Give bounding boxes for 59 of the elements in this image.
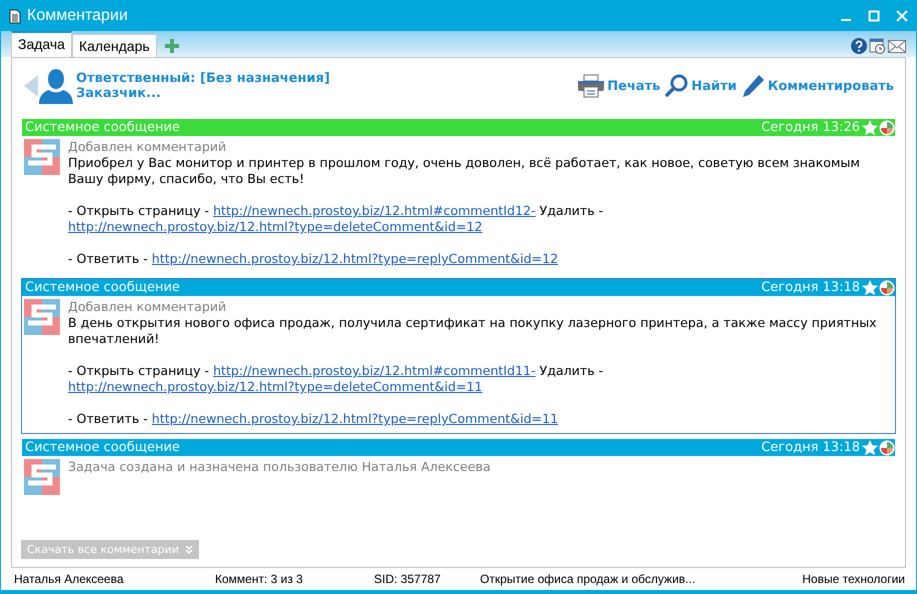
- url-link[interactable]: http://newnech.prostoy.biz/12.html?type=replyComment&id=11: [152, 411, 558, 426]
- action-label: - Ответить -: [68, 251, 149, 266]
- message-note: Добавлен комментарий: [68, 299, 228, 315]
- double-chevron-icon: [184, 546, 193, 554]
- comment-link[interactable]: Комментировать: [768, 78, 894, 94]
- status-text: SID: 357787: [374, 572, 442, 586]
- maximize-icon[interactable]: [868, 10, 880, 22]
- status-text: Новые технологии: [802, 572, 905, 586]
- logo-icon: [24, 139, 60, 175]
- tab[interactable]: Календарь: [72, 34, 157, 57]
- action-label: Удалить -: [540, 363, 604, 378]
- back-arrow-icon[interactable]: [24, 75, 38, 97]
- person-icon: [38, 68, 74, 104]
- window-title: Комментарии: [27, 7, 129, 25]
- url-link[interactable]: http://newnech.prostoy.biz/12.html?type=deleteComment&id=11: [68, 379, 482, 394]
- document-icon: [9, 8, 21, 24]
- pencil-icon: [740, 74, 765, 98]
- pie-icon[interactable]: [879, 440, 895, 456]
- message-note: Добавлен комментарий: [68, 139, 228, 155]
- message-title: Системное сообщение: [25, 440, 181, 455]
- message-time: Сегодня 13:26: [761, 120, 860, 135]
- message-note: Задача создана и назначена пользователю Наталья Алексеева: [68, 459, 492, 475]
- star-icon[interactable]: [862, 120, 878, 136]
- status-text: Открытие офиса продаж и обслужив...: [480, 572, 696, 586]
- search-icon: [664, 74, 688, 98]
- responsible-link[interactable]: Ответственный: [Без назначения]: [76, 71, 330, 86]
- find-link[interactable]: Найти: [691, 78, 737, 94]
- status-text: Коммент: 3 из 3: [215, 572, 304, 586]
- logo-icon: [24, 459, 60, 495]
- pie-icon[interactable]: [879, 120, 895, 136]
- url-link[interactable]: http://newnech.prostoy.biz/12.html?type=replyComment&id=12: [152, 251, 558, 266]
- pie-icon[interactable]: [879, 280, 895, 296]
- action-label: - Открыть страницу -: [68, 203, 210, 218]
- calendar-clock-icon[interactable]: [869, 37, 886, 54]
- star-icon[interactable]: [862, 440, 878, 456]
- message-text: Приобрел у Вас монитор и принтер в прошлом году, очень доволен, всё работает, как новое, советую всем знакомым Вашу фирму, спасибо, что Вы есть!: [68, 155, 861, 187]
- url-link[interactable]: http://newnech.prostoy.biz/12.html#commentId12-: [213, 203, 536, 218]
- star-icon[interactable]: [862, 280, 878, 296]
- help-icon[interactable]: [851, 38, 867, 54]
- url-link[interactable]: http://newnech.prostoy.biz/12.html?type=deleteComment&id=12: [68, 219, 482, 234]
- message-title: Системное сообщение: [25, 280, 181, 295]
- url-link[interactable]: http://newnech.prostoy.biz/12.html#commentId11-: [213, 363, 536, 378]
- customer-link[interactable]: Заказчик...: [76, 86, 330, 101]
- action-label: Удалить -: [540, 203, 604, 218]
- message-time: Сегодня 13:18: [761, 280, 860, 295]
- print-link[interactable]: Печать: [607, 78, 660, 94]
- mail-icon[interactable]: [888, 38, 906, 52]
- message-text: В день открытия нового офиса продаж, получила сертификат на покупку лазерного принтера, а также массу приятных впечатлений!: [68, 315, 878, 347]
- action-label: - Ответить -: [68, 411, 149, 426]
- message-title: Системное сообщение: [25, 120, 181, 135]
- message-card[interactable]: [21, 278, 896, 434]
- printer-icon: [578, 74, 604, 98]
- plus-icon[interactable]: [164, 39, 179, 53]
- action-label: - Открыть страницу -: [68, 363, 210, 378]
- status-text: Наталья Алексеева: [14, 572, 125, 586]
- close-icon[interactable]: [896, 10, 908, 22]
- tab[interactable]: Задача: [11, 31, 72, 57]
- logo-icon: [24, 299, 60, 335]
- message-time: Сегодня 13:18: [761, 440, 860, 455]
